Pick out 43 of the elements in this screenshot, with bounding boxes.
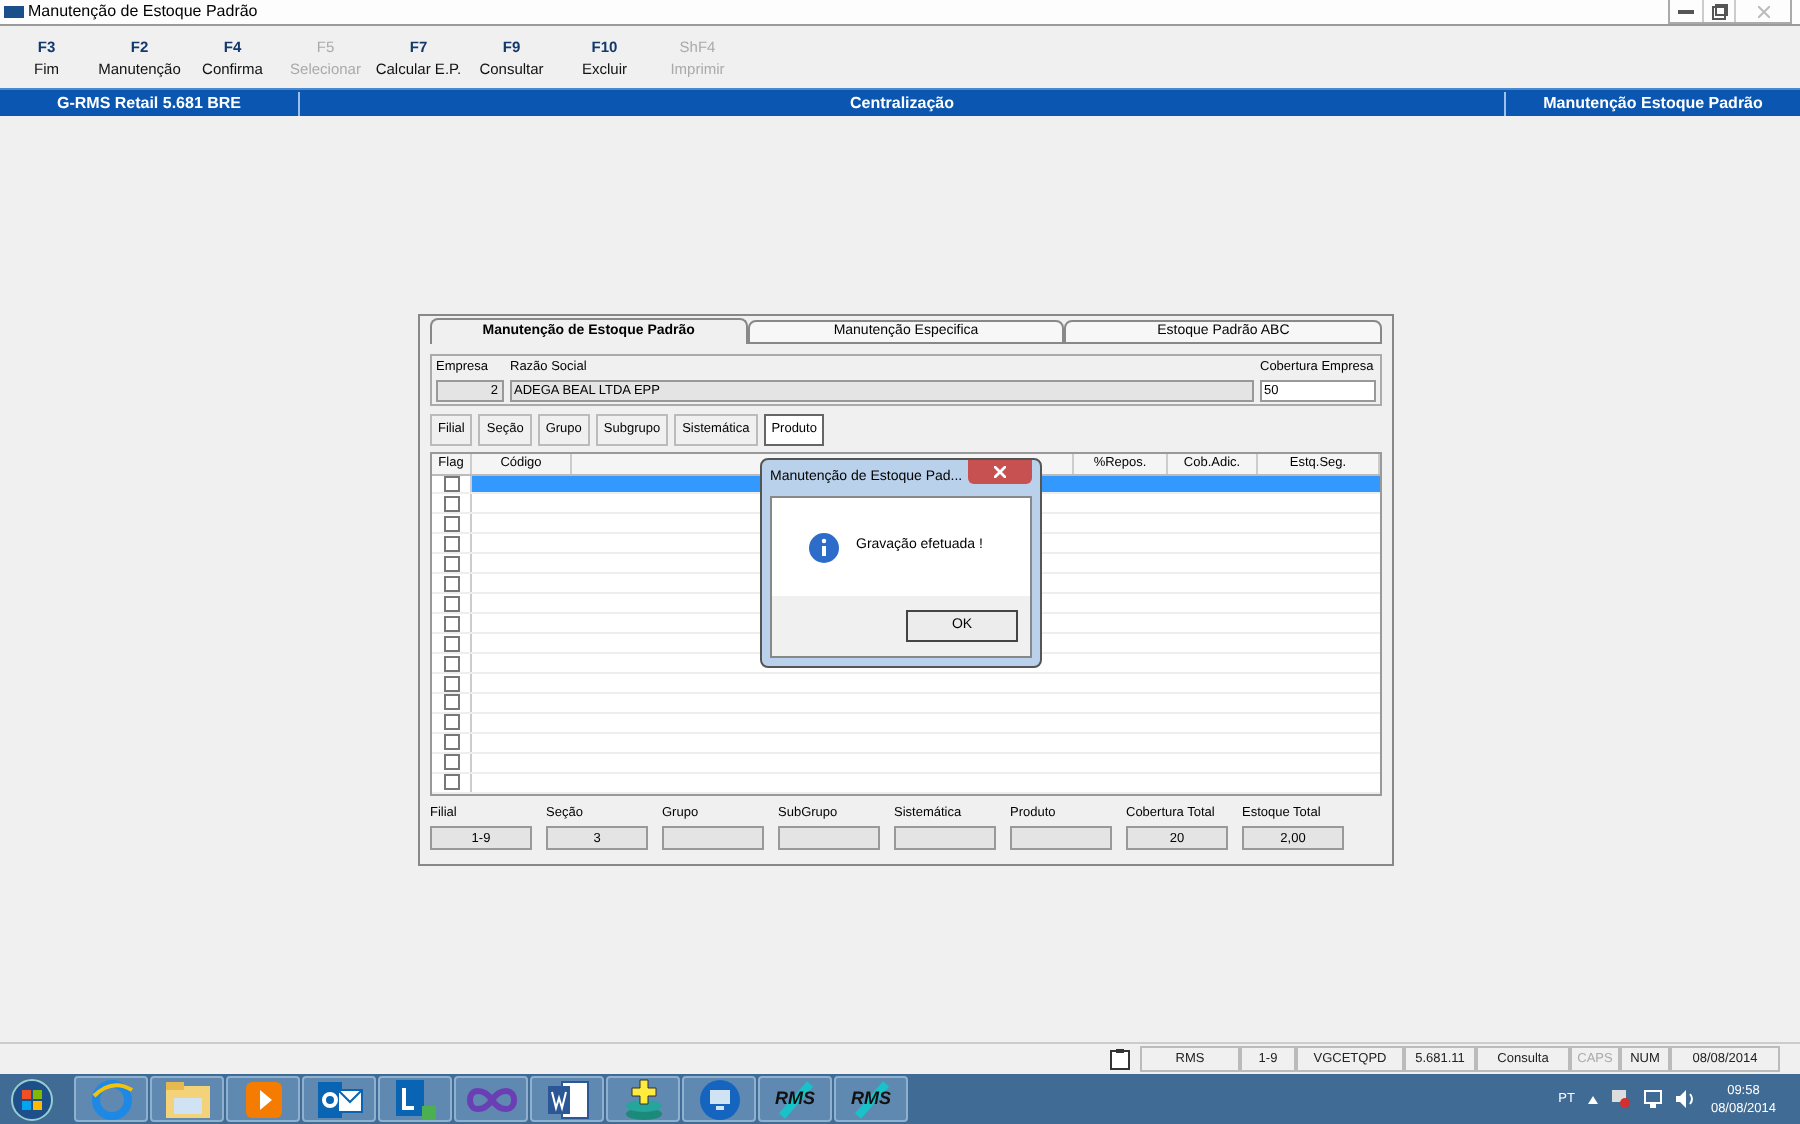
restore-icon [1711, 3, 1727, 19]
checkbox[interactable] [443, 714, 459, 731]
total-field [1010, 825, 1112, 849]
section-label: Centralização [300, 91, 1506, 115]
checkbox[interactable] [443, 615, 459, 632]
checkbox[interactable] [443, 555, 459, 572]
total-field [778, 825, 880, 849]
checkbox[interactable] [443, 535, 459, 552]
version-label: G-RMS Retail 5.681 BRE [0, 91, 300, 115]
info-icon [808, 531, 840, 563]
window-title: Manutenção de Estoque Padrão [28, 4, 258, 20]
checkbox[interactable] [443, 774, 459, 791]
checkbox[interactable] [443, 675, 459, 691]
close-button[interactable] [968, 460, 1032, 484]
close-icon [1757, 5, 1769, 17]
flag-icon[interactable] [1612, 1090, 1631, 1108]
checkbox[interactable] [443, 635, 459, 652]
checkbox[interactable] [443, 694, 459, 711]
checkbox[interactable] [443, 495, 459, 512]
checkbox[interactable] [443, 575, 459, 592]
close-icon [994, 466, 1006, 478]
minimize-icon [1678, 9, 1694, 13]
folder-icon[interactable] [163, 1079, 211, 1119]
browser-icon[interactable] [89, 1077, 133, 1121]
checkbox[interactable] [443, 734, 459, 751]
checkbox[interactable] [443, 754, 459, 771]
checkbox[interactable] [443, 655, 459, 672]
caret-up-icon[interactable] [1588, 1095, 1599, 1103]
checkbox[interactable] [443, 595, 459, 612]
total-field [662, 825, 764, 849]
speaker-icon[interactable] [1676, 1090, 1697, 1108]
screen-label: Manutenção Estoque Padrão [1541, 91, 1765, 115]
clipboard-icon [1110, 1048, 1130, 1070]
chat-app-icon[interactable] [393, 1077, 437, 1121]
remote-desktop-icon[interactable] [697, 1077, 741, 1121]
restore-button[interactable] [1702, 0, 1734, 22]
start-button[interactable] [10, 1077, 54, 1121]
total-field [894, 825, 996, 849]
checkbox[interactable] [443, 515, 459, 532]
media-player-icon[interactable] [243, 1079, 283, 1119]
document-app-icon[interactable] [545, 1077, 589, 1121]
app-icon [4, 6, 24, 18]
mail-app-icon[interactable] [315, 1079, 363, 1119]
